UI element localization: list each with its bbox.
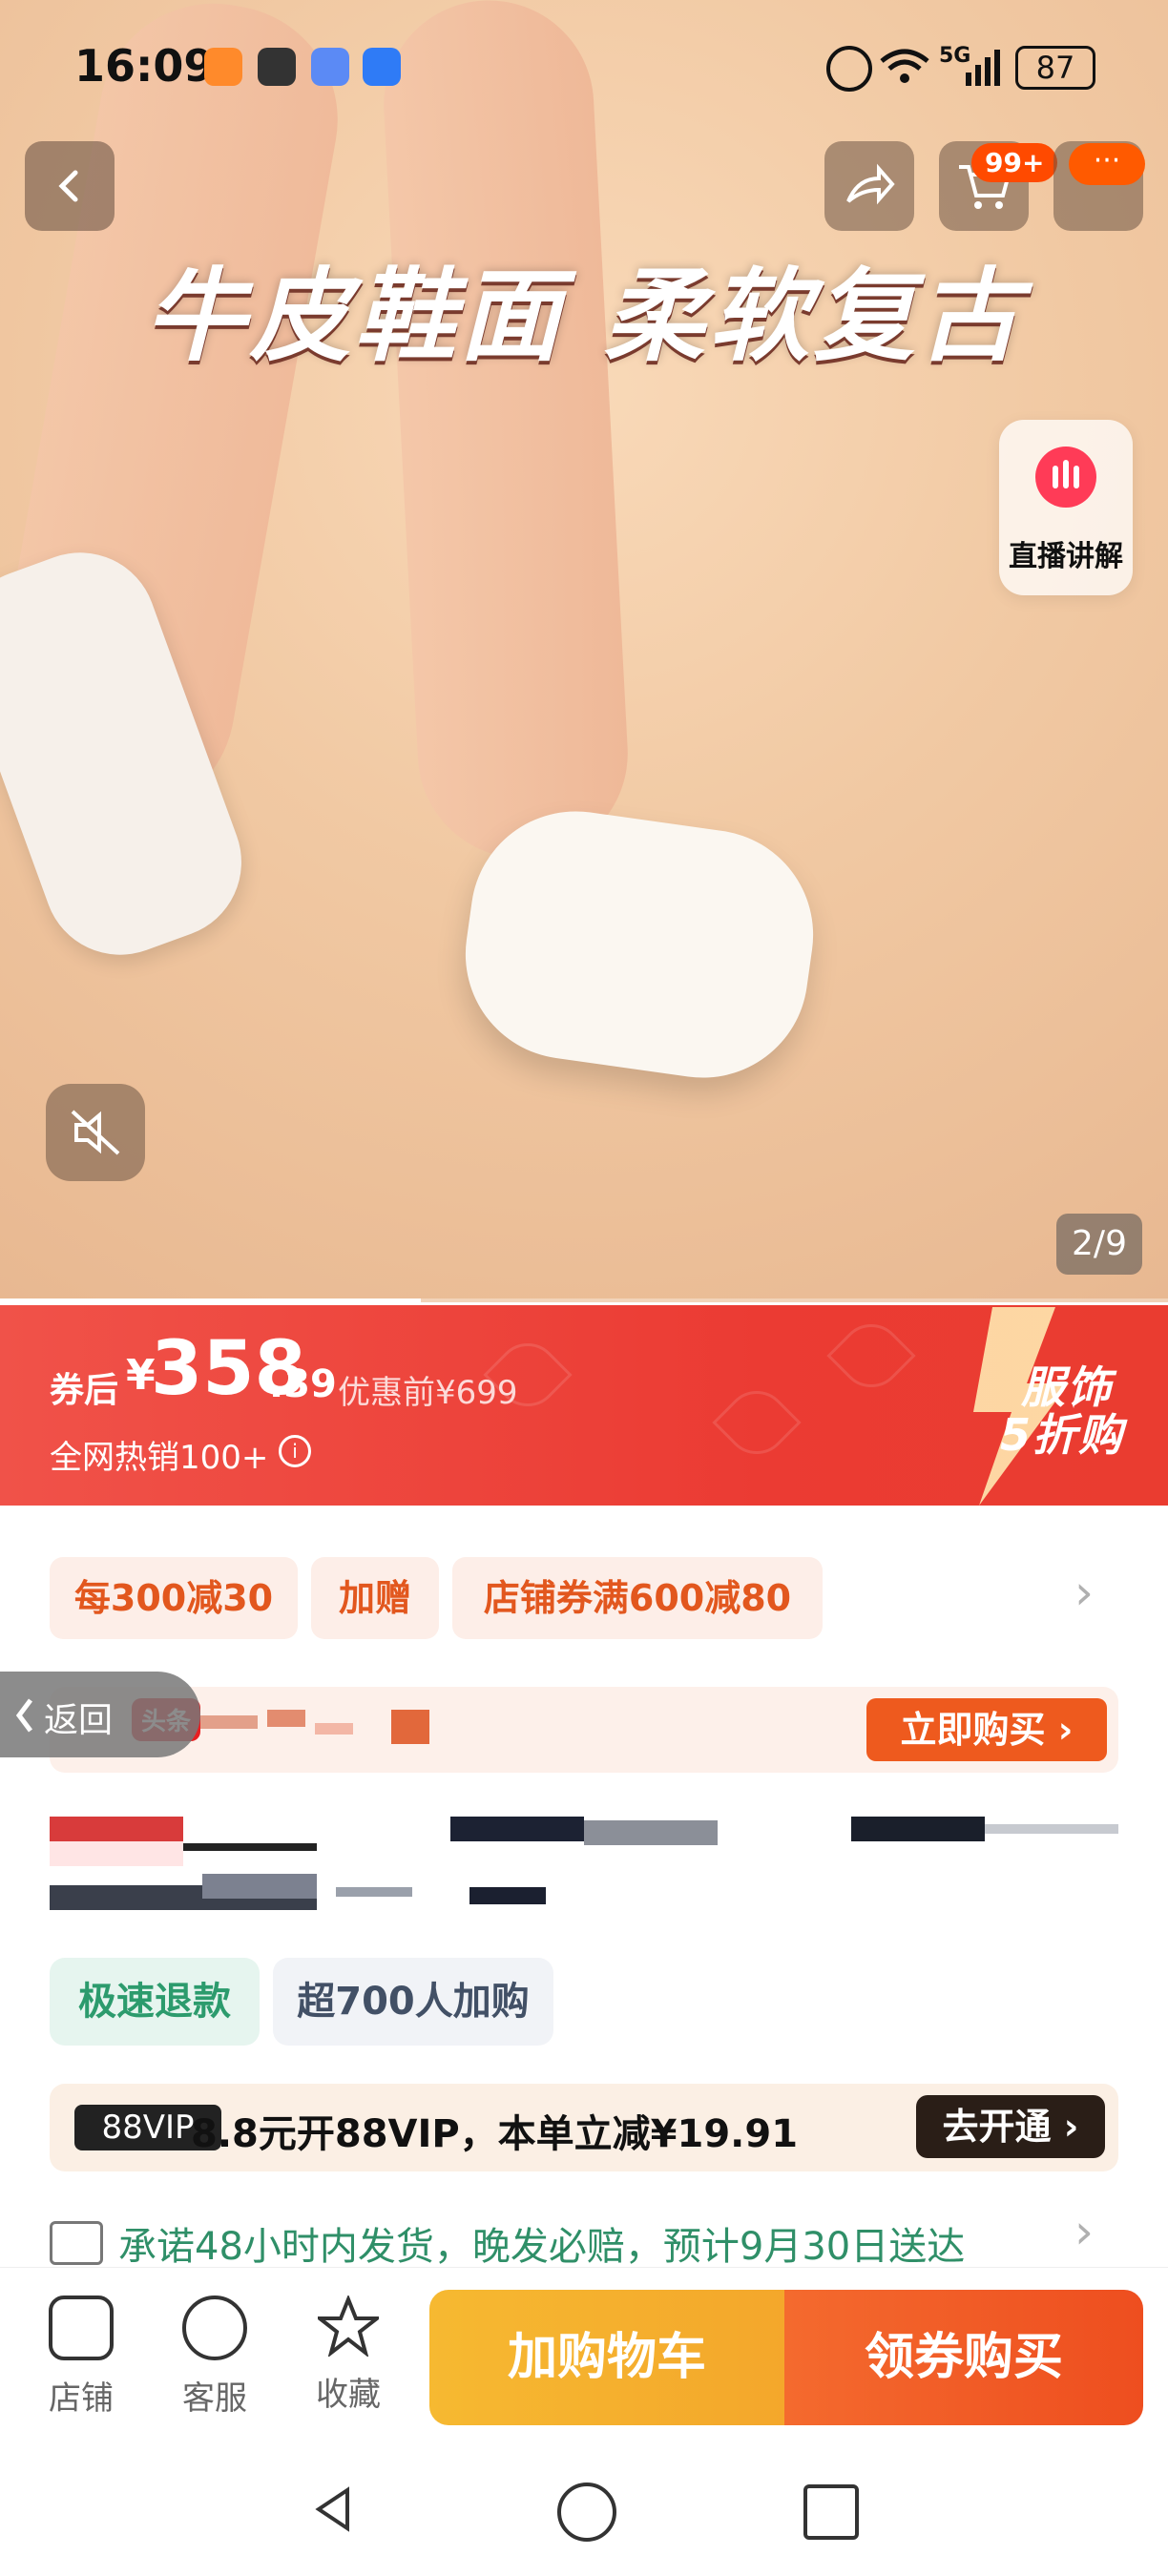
wifi-icon <box>880 49 929 83</box>
promo-line-2: 5折购 <box>1000 1409 1125 1461</box>
return-button[interactable]: 返回 <box>0 1672 200 1757</box>
buy-now-label: 立即购买 <box>900 1709 1046 1751</box>
buy-now-button[interactable]: 立即购买 › <box>866 1698 1107 1761</box>
live-label: 直播讲解 <box>1009 540 1123 573</box>
service-tab[interactable]: 客服 <box>162 2296 267 2419</box>
discount-tag-store-coupon[interactable]: 店铺券满600减80 <box>452 1557 823 1639</box>
store-tab[interactable]: 店铺 <box>29 2296 134 2419</box>
status-bar: 16:09 5G 87 <box>0 0 1168 134</box>
customer-service-icon <box>182 2296 247 2360</box>
favorite-label: 收藏 <box>316 2376 381 2414</box>
sales-count: 全网热销100+ <box>50 1439 269 1477</box>
cart-count-badge: 99+ <box>971 143 1058 182</box>
vip-text: 8.8元开88VIP，本单立减¥19.91 <box>191 2112 799 2156</box>
star-icon <box>318 2296 379 2357</box>
price-after-label: 券后 <box>50 1371 119 1410</box>
shoe-right-illustration <box>451 798 827 1091</box>
coupon-buy-button[interactable]: 领券购买 <box>784 2290 1143 2425</box>
fast-refund-tag[interactable]: 极速退款 <box>50 1958 260 2046</box>
shield-app-icon <box>204 48 242 86</box>
hand-icon <box>258 48 296 86</box>
status-time: 16:09 <box>74 40 215 92</box>
return-label: 返回 <box>44 1701 114 1740</box>
original-price: 优惠前¥699 <box>338 1374 518 1412</box>
signal-icon <box>966 50 1000 86</box>
leaf-decoration <box>712 1378 802 1467</box>
discount-tag-gift[interactable]: 加赠 <box>311 1557 439 1639</box>
service-label: 客服 <box>182 2379 247 2418</box>
add-to-cart-button[interactable]: 加购物车 <box>429 2290 784 2425</box>
nav-recents-icon[interactable] <box>803 2484 859 2540</box>
chevron-right-icon[interactable]: › <box>1074 2204 1094 2259</box>
battery-icon: 87 <box>1015 46 1095 90</box>
store-label: 店铺 <box>49 2379 114 2418</box>
product-title-obscured <box>50 1817 1118 1912</box>
mute-button[interactable] <box>46 1084 145 1181</box>
alarm-icon <box>826 46 872 92</box>
nav-back-icon[interactable] <box>305 2481 363 2538</box>
system-navigation-bar <box>0 2446 1168 2576</box>
blue-sphere-icon <box>363 48 401 86</box>
price-cents: .39 <box>269 1362 337 1406</box>
chevron-right-icon[interactable]: › <box>1074 1565 1094 1620</box>
speaker-muted-icon <box>71 1110 120 1155</box>
shipping-promise[interactable]: 承诺48小时内发货，晚发必赔，预计9月30日送达 <box>118 2215 965 2271</box>
hero-headline: 牛皮鞋面 柔软复古 <box>144 258 1024 375</box>
favorite-tab[interactable]: 收藏 <box>296 2296 401 2415</box>
truck-icon <box>50 2221 103 2265</box>
chevron-left-icon <box>15 1698 32 1733</box>
chevron-left-icon <box>58 170 78 202</box>
leaf-decoration <box>826 1311 916 1401</box>
share-button[interactable] <box>824 141 914 231</box>
blurred-channel-name <box>200 1710 448 1748</box>
live-icon <box>1035 447 1096 508</box>
back-button[interactable] <box>25 141 115 231</box>
discount-tag-300[interactable]: 每300减30 <box>50 1557 298 1639</box>
battery-level: 87 <box>1035 50 1075 86</box>
media-progress-fill <box>0 1298 421 1302</box>
image-counter: 2/9 <box>1056 1214 1142 1275</box>
cart-count-tag[interactable]: 超700人加购 <box>273 1958 553 2046</box>
live-explain-card[interactable]: 直播讲解 <box>999 420 1133 595</box>
game-controller-icon <box>311 48 349 86</box>
nav-home-icon[interactable] <box>557 2483 616 2542</box>
vip-open-button[interactable]: 去开通 › <box>916 2095 1105 2158</box>
info-icon[interactable]: i <box>279 1435 311 1467</box>
store-icon <box>49 2296 114 2360</box>
share-icon <box>846 163 895 205</box>
more-dots-icon[interactable]: ··· <box>1069 143 1145 185</box>
